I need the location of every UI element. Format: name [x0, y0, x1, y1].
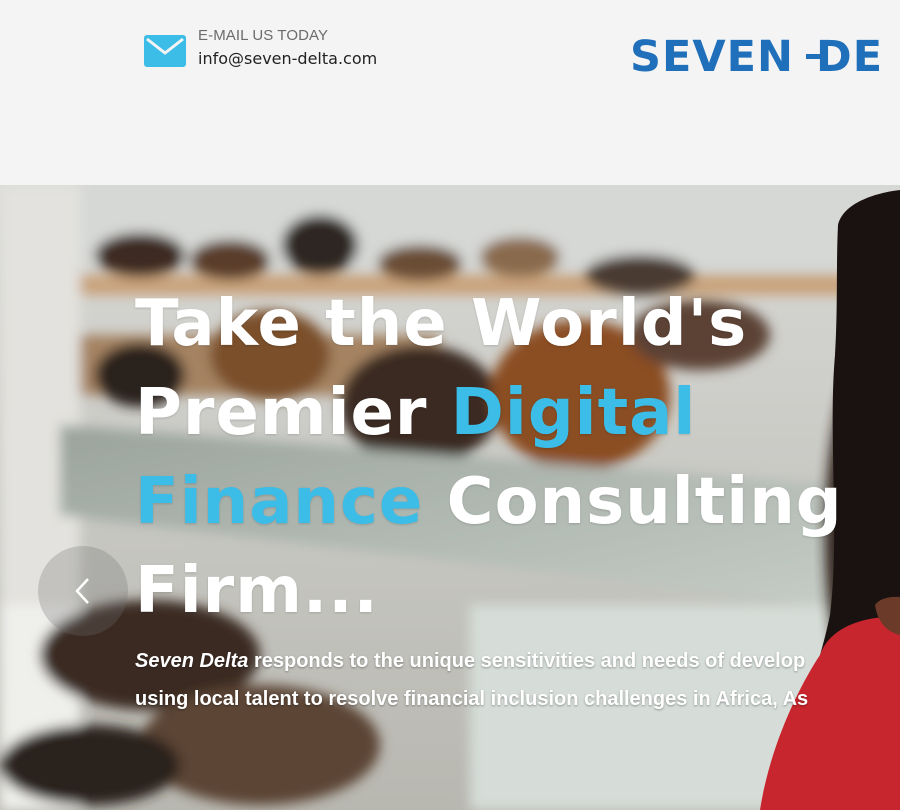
chevron-left-icon: [75, 578, 89, 604]
tagline-line-1: Seven Delta responds to the unique sensi…: [135, 642, 808, 680]
tagline-brand: Seven Delta: [135, 650, 249, 672]
headline-line-2: Premier Digital: [135, 369, 843, 458]
hero-tagline: Seven Delta responds to the unique sensi…: [135, 642, 808, 718]
headline-line-3-white: Consulting: [423, 465, 843, 539]
tagline-line-1-rest: responds to the unique sensitivities and…: [248, 650, 806, 672]
logo-text-seven: SEVEN: [630, 32, 794, 80]
headline-line-3: Finance Consulting: [135, 458, 843, 547]
headline-accent-finance: Finance: [135, 465, 424, 539]
headline-line-1: Take the World's: [135, 287, 748, 361]
contact-text: E-MAIL US TODAY info@seven-delta.com: [198, 26, 377, 70]
tagline-line-2: using local talent to resolve financial …: [135, 688, 809, 710]
logo-mark: SEVEN DE: [630, 32, 882, 80]
slider-prev-button[interactable]: [38, 546, 128, 636]
site-header: E-MAIL US TODAY info@seven-delta.com SEV…: [0, 0, 900, 185]
logo[interactable]: SEVEN DE: [630, 30, 900, 80]
hero-slider: Take the World's Premier Digital Finance…: [0, 185, 900, 810]
hero-headline: Take the World's Premier Digital Finance…: [135, 280, 843, 636]
envelope-icon: [144, 35, 186, 67]
headline-line-2-white: Premier: [135, 376, 451, 450]
email-link[interactable]: info@seven-delta.com: [198, 48, 377, 70]
headline-line-4: Firm...: [135, 554, 379, 628]
headline-accent-digital: Digital: [450, 376, 697, 450]
contact-label: E-MAIL US TODAY: [198, 27, 329, 44]
email-contact: E-MAIL US TODAY info@seven-delta.com: [144, 26, 377, 70]
